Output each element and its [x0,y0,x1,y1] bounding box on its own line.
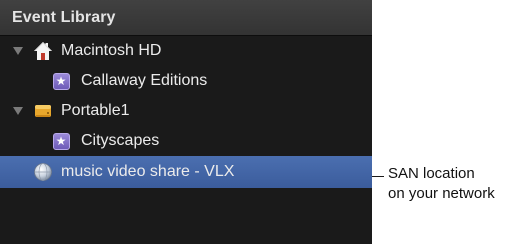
tree-item-cityscapes[interactable]: ★ Cityscapes [0,126,372,156]
callout-line-2: on your network [388,185,495,202]
tree-item-macintosh-hd[interactable]: Macintosh HD [0,36,372,66]
tree-item-portable1[interactable]: Portable1 [0,96,372,126]
tree-item-music-video-share-vlx[interactable]: music video share - VLX [0,156,372,188]
panel-title: Event Library [12,8,116,26]
tree-item-label: Portable1 [61,102,130,119]
event-library-tree: Macintosh HD ★ Callaway Editions Portabl… [0,36,372,188]
event-library-panel: Event Library Macintosh HD ★ Callaway Ed… [0,0,372,244]
tree-item-label: music video share - VLX [61,163,235,180]
san-globe-icon [33,162,53,182]
event-star-icon: ★ [51,131,71,151]
home-drive-icon [33,41,53,61]
tree-item-label: Callaway Editions [81,72,208,89]
tree-item-callaway-editions[interactable]: ★ Callaway Editions [0,66,372,96]
external-drive-icon [33,101,53,121]
page: Event Library Macintosh HD ★ Callaway Ed… [0,0,526,244]
event-star-icon: ★ [51,71,71,91]
tree-item-label: Macintosh HD [61,42,162,59]
panel-header: Event Library [0,0,372,36]
callout-line-1: SAN location [388,165,475,182]
disclosure-triangle-icon[interactable] [13,107,23,115]
callout-leader-line [372,176,384,177]
tree-item-label: Cityscapes [81,132,160,149]
disclosure-triangle-icon[interactable] [13,47,23,55]
callout-annotation: SAN location on your network [388,164,495,204]
